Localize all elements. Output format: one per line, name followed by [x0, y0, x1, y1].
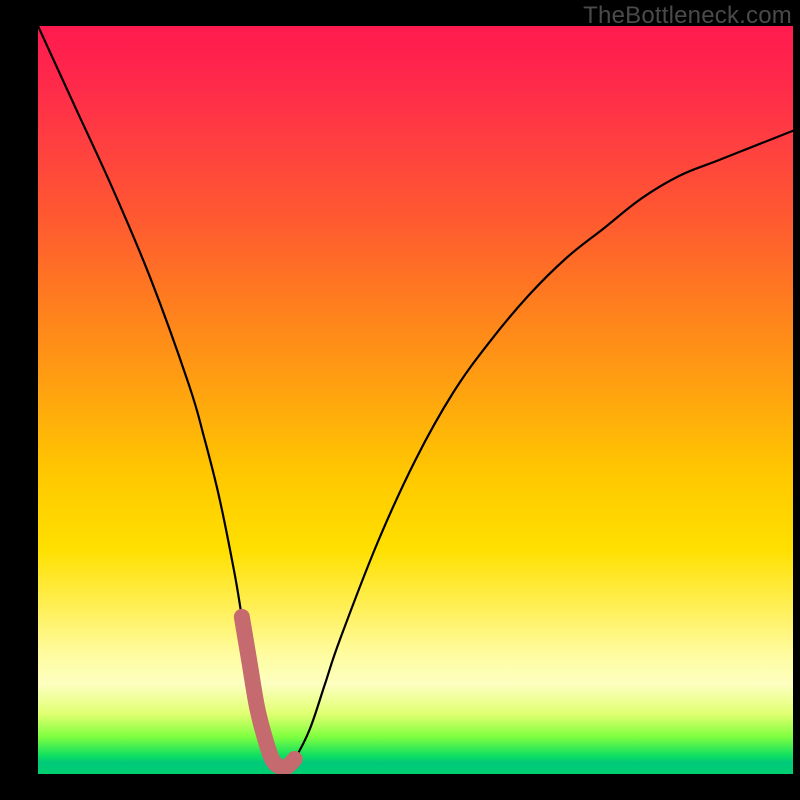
highlight-segment — [242, 617, 295, 768]
chart-frame: TheBottleneck.com — [0, 0, 800, 800]
curve-svg — [38, 26, 793, 774]
watermark-text: TheBottleneck.com — [583, 2, 792, 30]
bottleneck-curve — [38, 26, 793, 768]
plot-area — [38, 26, 793, 774]
